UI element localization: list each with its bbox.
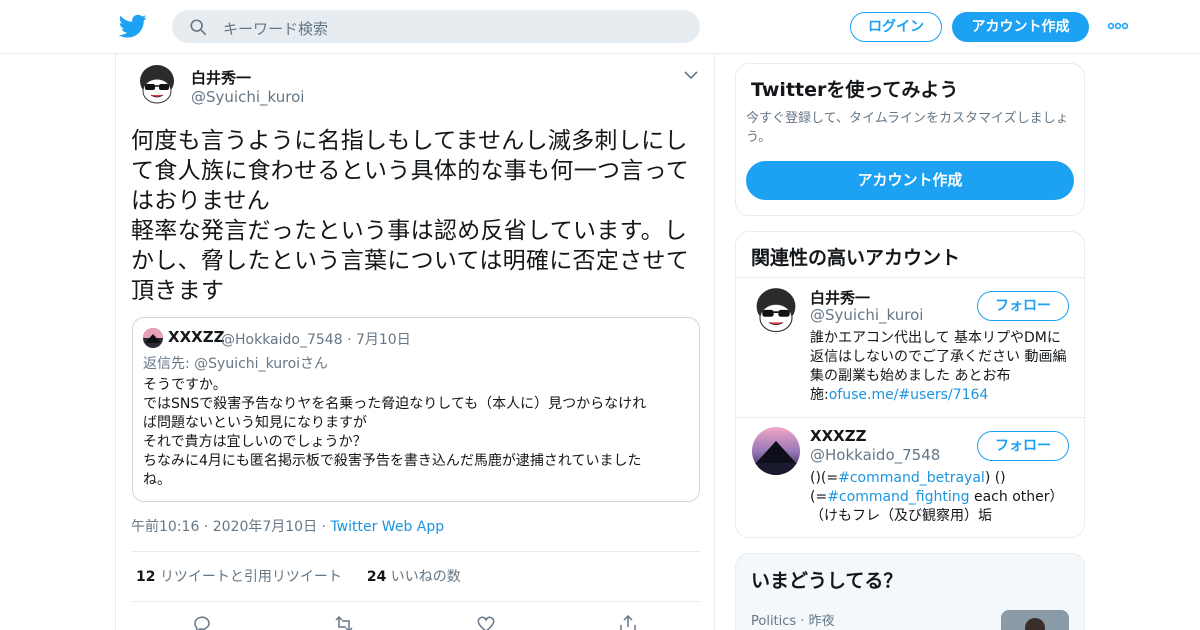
account-name[interactable]: 白井秀一 <box>810 287 870 308</box>
retweet-stat[interactable]: 12 リツイートと引用リツイート <box>136 569 342 585</box>
like-label: いいねの数 <box>390 569 461 585</box>
account-bio: 誰かエアコン代出して 基本リプやDMに返信はしないのでご了承ください 動画編集の… <box>810 329 1072 405</box>
hashtag-link[interactable]: #command_betrayal <box>838 470 985 486</box>
avatar-image <box>752 287 800 335</box>
reply-icon[interactable] <box>192 614 212 630</box>
quoted-tweet[interactable]: XXXZZ @Hokkaido_7548 · 7月10日 返信先: @Syuic… <box>132 317 700 502</box>
divider <box>131 601 701 602</box>
retweet-label: リツイートと引用リツイート <box>159 569 342 585</box>
trend-thumbnail-image <box>1001 610 1069 630</box>
quoted-avatar <box>143 328 163 348</box>
trends-card: いまどうしてる？ Politics · 昨夜 <box>735 553 1085 630</box>
signup-card: Twitterを使ってみよう 今すぐ登録して、タイムラインをカスタマイズしましょ… <box>735 63 1085 216</box>
tweet-date[interactable]: 2020年7月10日 <box>213 519 317 535</box>
trends-title: いまどうしてる？ <box>751 570 903 592</box>
quoted-date: 7月10日 <box>355 332 411 348</box>
bio-link[interactable]: ofuse.me/#users/7164 <box>829 387 989 403</box>
chevron-down-icon[interactable] <box>684 70 698 80</box>
author-handle[interactable]: @Syuichi_kuroi <box>191 88 304 106</box>
signup-button[interactable]: アカウント作成 <box>952 12 1089 42</box>
signup-card-button[interactable]: アカウント作成 <box>746 161 1074 200</box>
like-heart-icon[interactable] <box>476 614 496 630</box>
source-app-link[interactable]: Twitter Web App <box>330 519 444 535</box>
trend-time: 昨夜 <box>808 614 835 629</box>
like-count: 24 <box>366 569 387 585</box>
avatar[interactable] <box>752 427 800 475</box>
quoted-author-meta: @Hokkaido_7548 · 7月10日 <box>221 329 411 349</box>
reply-to-handle[interactable]: @Syuichi_kuroi <box>194 356 300 372</box>
quoted-author-handle: @Hokkaido_7548 <box>221 332 343 348</box>
like-stat[interactable]: 24 いいねの数 <box>367 569 461 585</box>
signup-card-title: Twitterを使ってみよう <box>751 79 959 101</box>
reply-to-line: 返信先: @Syuichi_kuroiさん <box>143 353 328 373</box>
related-accounts-card: 関連性の高いアカウント 白井秀一 @Syuichi_kuroi フォロー 誰かエ… <box>735 231 1085 538</box>
top-header: キーワード検索 ログイン アカウント作成 <box>0 0 1200 54</box>
retweet-icon[interactable] <box>334 614 354 630</box>
hashtag-link[interactable]: #command_fighting <box>827 489 969 505</box>
related-accounts-title: 関連性の高いアカウント <box>751 247 961 269</box>
account-bio: ()(=#command_betrayal) () (=#command_fig… <box>810 469 1072 526</box>
search-icon <box>190 19 207 36</box>
divider <box>131 551 701 552</box>
related-account-item[interactable]: XXXZZ @Hokkaido_7548 フォロー ()(=#command_b… <box>736 417 1084 537</box>
signup-card-description: 今すぐ登録して、タイムラインをカスタマイズしましょう。 <box>746 111 1069 145</box>
separator-dot: · <box>203 519 213 535</box>
trend-thumbnail[interactable] <box>1001 610 1069 630</box>
login-button[interactable]: ログイン <box>850 12 942 42</box>
trend-category: Politics <box>751 614 797 629</box>
retweet-count: 12 <box>136 569 156 585</box>
tweet-timestamp: 午前10:16 · 2020年7月10日 · Twitter Web App <box>131 516 444 536</box>
author-name[interactable]: 白井秀一 <box>191 67 251 88</box>
account-handle[interactable]: @Syuichi_kuroi <box>810 306 923 324</box>
reply-prefix: 返信先: <box>143 356 195 372</box>
more-options-icon[interactable] <box>1107 19 1129 33</box>
tweet-detail: 白井秀一 @Syuichi_kuroi 何度も言うように名指しもしてませんし滅多… <box>115 54 715 630</box>
separator-dot: · <box>347 332 356 348</box>
quoted-text: そうですか。 ではSNSで殺害予告なりヤを名乗った脅迫なりしても（本人に）見つか… <box>143 377 647 488</box>
bio-text: ()(= <box>810 470 839 486</box>
tweet-text: 何度も言うように名指しもしてませんし滅多刺しにし て食人族に食わせるという具体的… <box>131 128 690 304</box>
avatar[interactable] <box>752 287 800 335</box>
share-icon[interactable] <box>618 614 638 630</box>
search-bar[interactable]: キーワード検索 <box>172 10 700 43</box>
account-handle[interactable]: @Hokkaido_7548 <box>810 446 940 464</box>
related-account-item[interactable]: 白井秀一 @Syuichi_kuroi フォロー 誰かエアコン代出して 基本リプ… <box>736 277 1084 417</box>
quoted-author-name: XXXZZ <box>168 328 225 346</box>
avatar-image <box>752 427 800 475</box>
tweet-stats: 12 リツイートと引用リツイート 24 いいねの数 <box>136 566 461 586</box>
avatar-image <box>136 64 178 106</box>
trend-meta[interactable]: Politics · 昨夜 <box>751 610 835 629</box>
search-input[interactable]: キーワード検索 <box>223 18 328 39</box>
follow-button[interactable]: フォロー <box>977 291 1069 321</box>
follow-button[interactable]: フォロー <box>977 431 1069 461</box>
account-name[interactable]: XXXZZ <box>810 427 866 445</box>
separator-dot: · <box>800 614 809 629</box>
avatar[interactable] <box>136 64 178 106</box>
tweet-time[interactable]: 午前10:16 <box>131 519 199 535</box>
twitter-bird-icon[interactable] <box>119 12 147 40</box>
reply-suffix: さん <box>300 356 329 372</box>
